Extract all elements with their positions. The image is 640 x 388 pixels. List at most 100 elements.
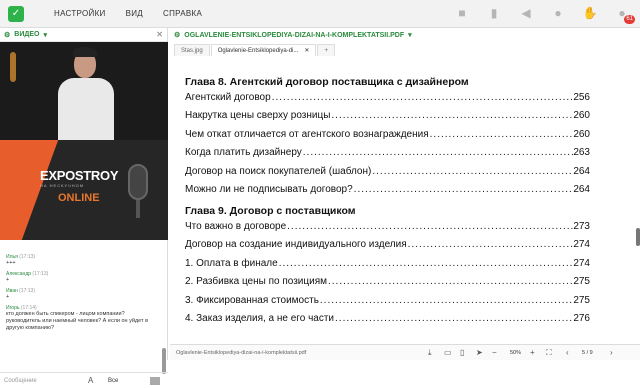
toc-row[interactable]: Договор на создание индивидуального изде…	[185, 236, 590, 255]
toc-leader	[319, 295, 573, 306]
toc-page: 263	[573, 147, 590, 159]
toc-row[interactable]: 4. Заказ изделия, а не его части 276	[185, 310, 590, 329]
fit-page-icon[interactable]: ▭	[444, 348, 452, 357]
menu-help[interactable]: СПРАВКА	[163, 9, 202, 18]
speaker-icon[interactable]: ◀	[518, 5, 534, 21]
main-menu: НАСТРОЙКИ ВИД СПРАВКА	[54, 9, 202, 18]
menu-settings[interactable]: НАСТРОЙКИ	[54, 9, 106, 18]
toc-text: Договор на поиск покупателей (шаблон)	[185, 165, 372, 177]
toc-row[interactable]: Накрутка цены сверху розницы 260	[185, 107, 590, 126]
brand-name: EXPOSTROY	[40, 168, 119, 183]
chat-message: Игорь (17:14) кто должен быть спикером -…	[6, 305, 160, 332]
chat-scrollbar[interactable]	[162, 348, 166, 374]
toc-row[interactable]: Агентский договор 256	[185, 88, 590, 107]
toc-page: 274	[573, 239, 590, 251]
add-tab-button[interactable]: +	[317, 44, 335, 56]
menu-view[interactable]: ВИД	[126, 9, 143, 18]
toc-leader	[278, 258, 574, 269]
toc-row[interactable]: Когда платить дизайнеру 263	[185, 144, 590, 163]
toc-page: 260	[573, 110, 590, 122]
recipient-select[interactable]: Все	[108, 378, 118, 384]
font-icon[interactable]: A	[88, 376, 93, 385]
gear-icon[interactable]: ⚙	[4, 31, 10, 39]
pointer-icon[interactable]: ➤	[476, 348, 483, 357]
toc-text: 1. Оплата в финале	[185, 257, 278, 269]
chat-time: (17:13)	[19, 254, 36, 260]
toc-row[interactable]: Чем откат отличается от агентского возна…	[185, 125, 590, 144]
toc-page: 276	[573, 313, 590, 325]
toc-row[interactable]: Можно ли не подписывать договор? 264	[185, 181, 590, 200]
chapter-8: Глава 8. Агентский договор поставщика с …	[185, 76, 590, 199]
fit-width-icon[interactable]: ▯	[460, 348, 464, 357]
tab-pdf[interactable]: Oglavlenie-Entsiklopediya-di... ✕	[210, 44, 317, 56]
notifications-icon[interactable]: ● 61	[614, 5, 635, 24]
tab-image[interactable]: Stas.jpg	[174, 44, 210, 56]
document-scrollbar[interactable]	[636, 228, 640, 246]
chat-messages: Илья (17:13) +++ Александр (17:13) + Ива…	[0, 254, 160, 372]
chat-text: +++	[6, 260, 16, 266]
chat-author: Александр	[6, 271, 32, 277]
current-page[interactable]: 5	[582, 350, 585, 356]
brand-subtitle: НА НЕСКУЧНОМ	[40, 183, 85, 188]
toc-row[interactable]: Что важно в договоре 273	[185, 217, 590, 236]
document-panel: ⚙ OGLAVLENIE-ENTSIKLOPEDIYA-DIZAI-NA-I-K…	[170, 28, 640, 360]
zoom-level: 50%	[510, 349, 522, 356]
footer-filename: Oglavlenie-Entsiklopediya-dizai-na-i-kom…	[176, 349, 307, 356]
toc-row[interactable]: 2. Разбивка цены по позициям 275	[185, 273, 590, 292]
toc-text: 3. Фиксированная стоимость	[185, 294, 319, 306]
chapter-title: Глава 9. Договор с поставщиком	[185, 205, 356, 217]
chapter-9: Глава 9. Договор с поставщиком Что важно…	[185, 205, 590, 328]
zoom-in-icon[interactable]: +	[530, 348, 535, 357]
download-icon[interactable]: ⤓	[428, 348, 432, 358]
total-pages: 9	[589, 349, 593, 356]
toc-leader	[330, 110, 573, 121]
speaker-body	[58, 78, 114, 140]
chat-time: (17:13)	[19, 288, 35, 294]
video-panel-title: ВИДЕО	[14, 31, 40, 38]
chat-input[interactable]: Сообщение	[4, 378, 37, 384]
toc-row[interactable]: 1. Оплата в финале 274	[185, 254, 590, 273]
next-page-icon[interactable]: ›	[610, 348, 613, 357]
toc-text: 2. Разбивка цены по позициям	[185, 276, 327, 288]
top-bar: ✓ НАСТРОЙКИ ВИД СПРАВКА ■ ▮ ◀ ● ✋ ● 61	[0, 0, 640, 28]
toc-leader	[327, 276, 573, 287]
toc-page: 264	[573, 165, 590, 177]
zoom-out-icon[interactable]: −	[492, 348, 497, 357]
speaker-hair	[73, 47, 97, 57]
users-icon[interactable]: ●	[550, 5, 566, 21]
brand-banner: EXPOSTROY НА НЕСКУЧНОМ ONLINE	[0, 140, 168, 240]
plus-icon: +	[324, 47, 328, 54]
toc-page: 275	[573, 276, 590, 288]
mic-icon[interactable]: ▮	[486, 5, 502, 21]
app-logo[interactable]: ✓	[8, 5, 24, 22]
document-tabs: Stas.jpg Oglavlenie-Entsiklopediya-di...…	[174, 44, 336, 56]
chevron-down-icon[interactable]: ▾	[43, 31, 47, 39]
chat-message: Илья (17:13) +++	[6, 254, 160, 267]
toc-text: Можно ли не подписывать договор?	[185, 184, 353, 196]
tab-label: Oglavlenie-Entsiklopediya-di...	[217, 47, 299, 54]
toc-page: 275	[573, 294, 590, 306]
close-icon[interactable]: ✕	[304, 47, 309, 54]
page-indicator: 5 / 9	[582, 349, 593, 356]
toc-leader	[286, 221, 573, 232]
send-icon[interactable]	[150, 376, 160, 385]
toc-row[interactable]: 3. Фиксированная стоимость 275	[185, 291, 590, 310]
microphone-icon	[128, 164, 148, 200]
document-view: Глава 8. Агентский договор поставщика с …	[170, 60, 632, 342]
chat-text: кто должен быть спикером - лицом компани…	[6, 311, 148, 331]
chat-text: +	[6, 294, 10, 300]
camera-icon[interactable]: ■	[454, 5, 470, 21]
toc-leader	[429, 129, 574, 140]
gear-icon[interactable]: ⚙	[174, 31, 180, 39]
toc-text: Накрутка цены сверху розницы	[185, 110, 331, 122]
toc-row[interactable]: Договор на поиск покупателей (шаблон) 264	[185, 162, 590, 181]
video-panel-header: ⚙ ВИДЕО ▾ ✕	[0, 28, 167, 42]
chevron-down-icon[interactable]: ▾	[408, 31, 412, 39]
chapter-title: Глава 8. Агентский договор поставщика с …	[185, 76, 469, 88]
raise-hand-icon[interactable]: ✋	[582, 5, 598, 21]
close-icon[interactable]: ✕	[156, 30, 163, 39]
fullscreen-icon[interactable]: ⛶	[546, 348, 552, 358]
document-footer: Oglavlenie-Entsiklopediya-dizai-na-i-kom…	[170, 344, 640, 360]
prev-page-icon[interactable]: ‹	[566, 348, 569, 357]
toc-page: 274	[573, 257, 590, 269]
